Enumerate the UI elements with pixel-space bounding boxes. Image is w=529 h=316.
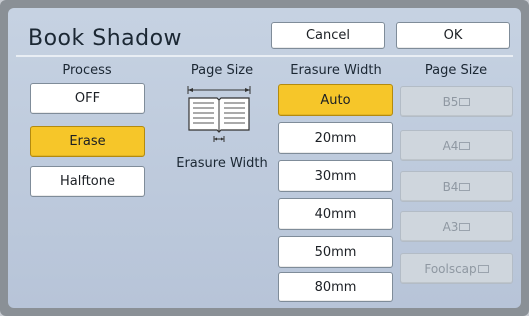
- landscape-page-icon: [459, 222, 471, 231]
- page-size-a3-button[interactable]: A3: [400, 211, 513, 242]
- erasure-width-heading: Erasure Width: [290, 63, 382, 78]
- landscape-page-icon: [459, 97, 471, 106]
- erasure-width-caption: Erasure Width: [176, 156, 268, 171]
- open-book-icon: [187, 86, 251, 142]
- erasure-80mm-button[interactable]: 80mm: [278, 272, 393, 302]
- landscape-page-icon: [459, 141, 471, 150]
- book-shadow-dialog: Book Shadow Cancel OK Process OFF Erase …: [8, 8, 521, 308]
- process-off-button[interactable]: OFF: [30, 83, 145, 114]
- erasure-auto-button[interactable]: Auto: [278, 84, 393, 116]
- page-size-b5-label: B5: [442, 94, 459, 109]
- cancel-button[interactable]: Cancel: [271, 22, 385, 49]
- page-size-b4-label: B4: [442, 179, 459, 194]
- erasure-30mm-button[interactable]: 30mm: [278, 160, 393, 192]
- landscape-page-icon: [477, 264, 489, 273]
- dialog-title: Book Shadow: [28, 26, 183, 51]
- page-size-b4-button[interactable]: B4: [400, 171, 513, 202]
- erasure-20mm-button[interactable]: 20mm: [278, 122, 393, 154]
- page-size-foolscap-button[interactable]: Foolscap: [400, 253, 513, 284]
- page-size-a3-label: A3: [442, 219, 459, 234]
- ok-button[interactable]: OK: [396, 22, 510, 49]
- page-size-heading: Page Size: [424, 63, 488, 78]
- page-size-foolscap-label: Foolscap: [424, 261, 477, 276]
- process-erase-button[interactable]: Erase: [30, 126, 145, 157]
- landscape-page-icon: [459, 182, 471, 191]
- erasure-50mm-button[interactable]: 50mm: [278, 236, 393, 268]
- page-size-illustration-heading: Page Size: [190, 63, 254, 78]
- header-divider: [16, 55, 513, 57]
- process-halftone-button[interactable]: Halftone: [30, 166, 145, 197]
- page-size-b5-button[interactable]: B5: [400, 86, 513, 117]
- process-heading: Process: [62, 63, 112, 78]
- page-size-a4-label: A4: [442, 138, 459, 153]
- dialog-frame: Book Shadow Cancel OK Process OFF Erase …: [0, 0, 529, 316]
- erasure-40mm-button[interactable]: 40mm: [278, 198, 393, 230]
- page-size-a4-button[interactable]: A4: [400, 130, 513, 161]
